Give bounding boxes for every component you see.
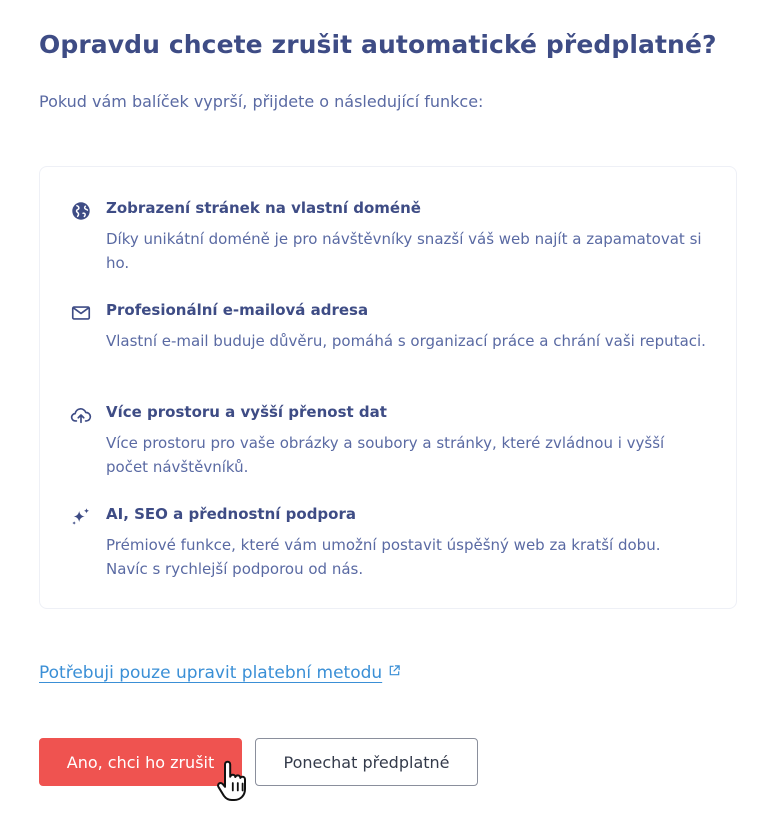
feature-description: Více prostoru pro vaše obrázky a soubory…	[106, 434, 665, 476]
feature-title: AI, SEO a přednostní podpora	[106, 505, 356, 523]
mail-icon	[70, 302, 92, 324]
feature-title: Více prostoru a vyšší přenost dat	[106, 403, 387, 421]
features-list: Zobrazení stránek na vlastní doméně Díky…	[39, 166, 737, 609]
edit-payment-method-label: Potřebuji pouze upravit platební metodu	[39, 663, 383, 683]
feature-title: Zobrazení stránek na vlastní doméně	[106, 199, 421, 217]
dialog-subtitle: Pokud vám balíček vyprší, přijdete o nás…	[39, 92, 484, 111]
confirm-cancel-button[interactable]: Ano, chci ho zrušit	[39, 738, 242, 786]
globe-icon	[70, 200, 92, 222]
hand-pointer-icon	[217, 760, 246, 801]
cloud-upload-icon	[70, 404, 92, 426]
feature-description: Díky unikátní doméně je pro návštěvníky …	[106, 230, 702, 272]
external-link-icon	[388, 662, 401, 676]
keep-subscription-button[interactable]: Ponechat předplatné	[255, 738, 478, 786]
sparkles-icon	[70, 506, 92, 528]
feature-description: Vlastní e-mail buduje důvěru, pomáhá s o…	[106, 332, 706, 350]
dialog-title: Opravdu chcete zrušit automatické předpl…	[39, 30, 717, 59]
edit-payment-method-link[interactable]: Potřebuji pouze upravit platební metodu	[39, 662, 401, 683]
feature-description: Prémiové funkce, které vám umožní postav…	[106, 536, 661, 578]
feature-title: Profesionální e-mailová adresa	[106, 301, 369, 319]
